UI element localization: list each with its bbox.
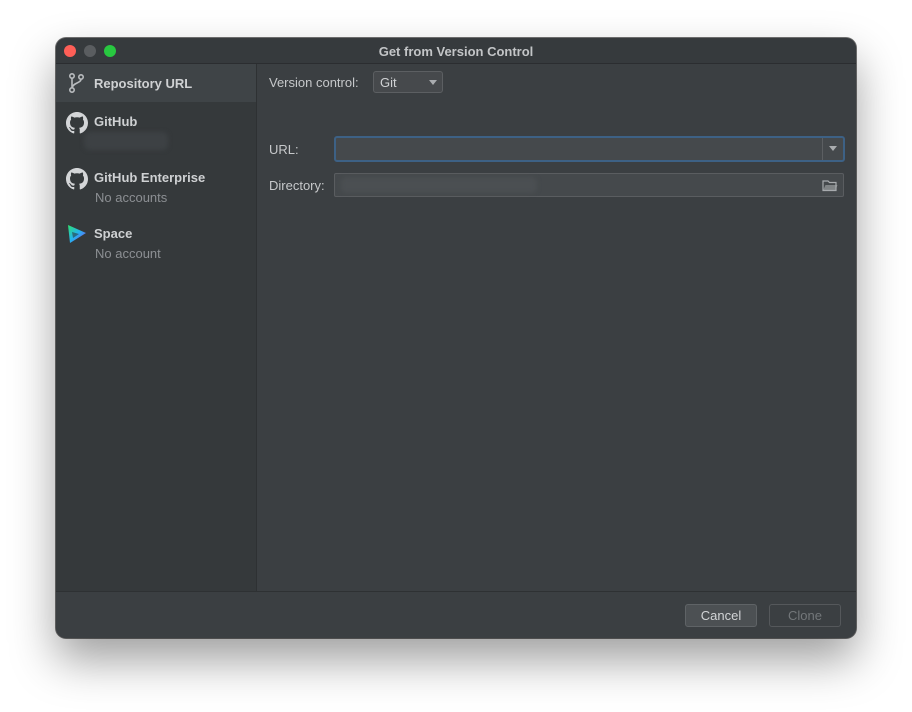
branch-icon	[68, 72, 85, 94]
version-control-select[interactable]: Git	[373, 71, 443, 93]
cancel-button[interactable]: Cancel	[685, 604, 757, 627]
version-control-label: Version control:	[269, 75, 359, 90]
directory-input[interactable]	[334, 173, 844, 197]
sidebar-item-repository-url[interactable]: Repository URL	[56, 64, 256, 102]
sidebar-item-sublabel: No accounts	[95, 190, 168, 205]
directory-label: Directory:	[269, 178, 325, 193]
sidebar-item-label: GitHub	[94, 114, 138, 129]
url-combobox[interactable]	[334, 136, 845, 162]
dialog-footer: Cancel Clone	[56, 591, 856, 638]
get-from-vcs-dialog: Get from Version Control Repository URL …	[56, 38, 856, 638]
url-label: URL:	[269, 142, 299, 157]
clone-form: Version control: Git URL: Directory:	[257, 64, 856, 591]
github-icon	[66, 112, 88, 134]
chevron-down-icon	[829, 146, 837, 151]
url-input[interactable]	[340, 140, 824, 160]
clone-button[interactable]: Clone	[769, 604, 841, 627]
sidebar-item-label: GitHub Enterprise	[94, 170, 206, 185]
sidebar-item-github-enterprise[interactable]: GitHub Enterprise No accounts	[56, 166, 256, 222]
github-icon	[66, 168, 88, 190]
window-title: Get from Version Control	[378, 44, 534, 59]
sidebar-item-space[interactable]: Space No account	[56, 222, 256, 278]
redacted-directory-path	[341, 177, 537, 193]
source-sidebar: Repository URL GitHub GitHub Enterprise …	[56, 64, 257, 591]
sidebar-item-sublabel: No account	[95, 246, 161, 261]
chevron-down-icon	[429, 80, 437, 85]
url-history-dropdown-button[interactable]	[822, 138, 843, 160]
folder-icon[interactable]	[822, 179, 838, 192]
sidebar-item-label: Space	[94, 226, 133, 241]
version-control-value: Git	[380, 75, 397, 90]
title-bar[interactable]: Get from Version Control	[56, 38, 856, 64]
sidebar-item-label: Repository URL	[94, 76, 193, 91]
redacted-account	[84, 132, 168, 150]
space-logo-icon	[68, 225, 86, 243]
sidebar-item-github[interactable]: GitHub	[56, 110, 256, 166]
